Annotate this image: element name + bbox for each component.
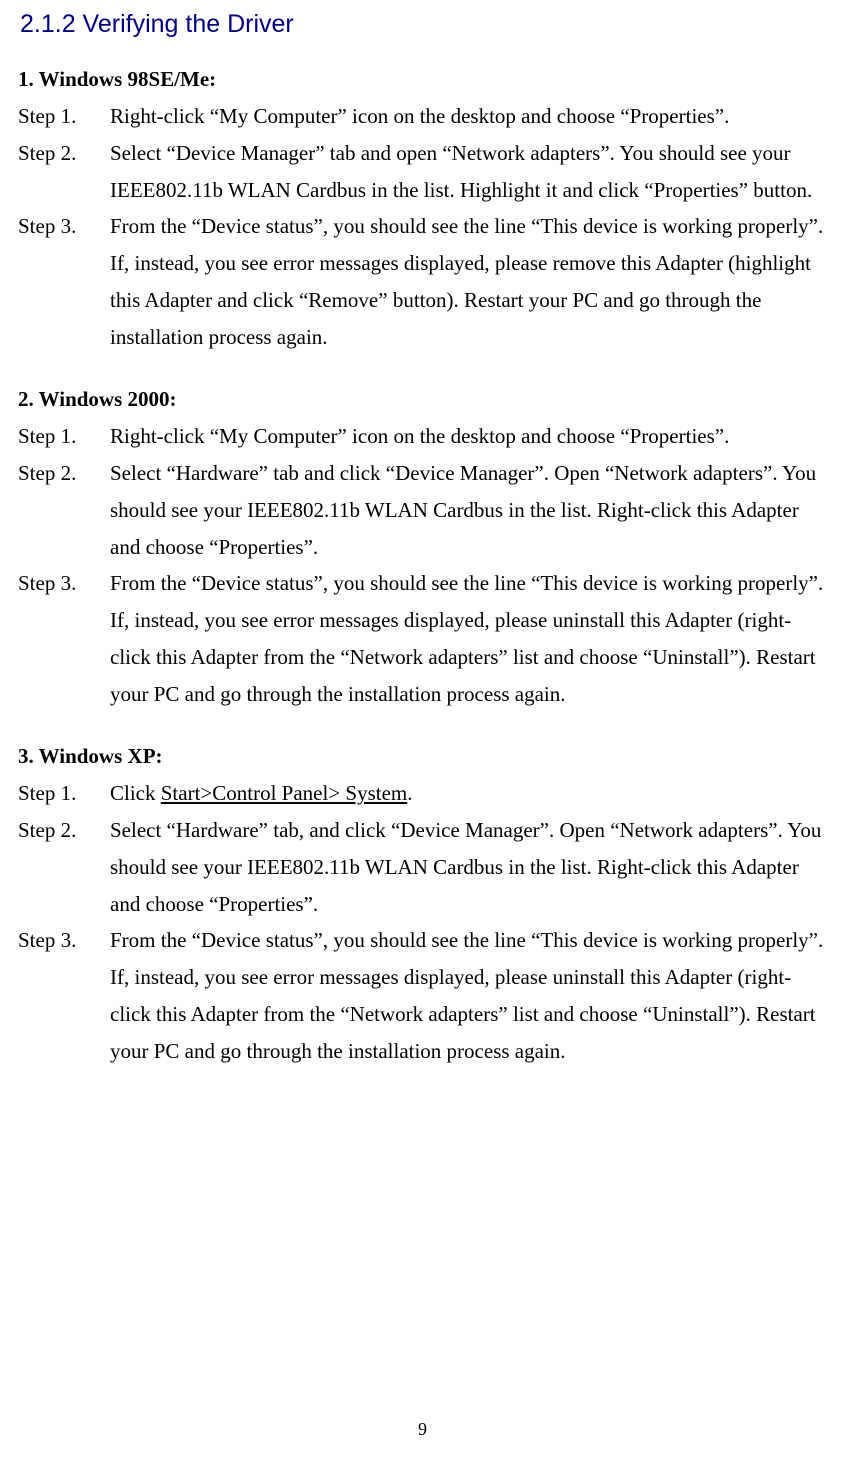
step-text: From the “Device status”, you should see… <box>110 208 827 355</box>
step-text: Right-click “My Computer” icon on the de… <box>110 418 827 455</box>
step-row: Step 1. Right-click “My Computer” icon o… <box>18 418 827 455</box>
step-row: Step 2. Select “Device Manager” tab and … <box>18 135 827 209</box>
step-label: Step 3. <box>18 208 110 245</box>
step-row: Step 3. From the “Device status”, you sh… <box>18 922 827 1069</box>
step-text-underline: Start>Control Panel> System <box>161 781 408 805</box>
subsection-heading: 1. Windows 98SE/Me: <box>18 67 827 92</box>
step-label: Step 1. <box>18 98 110 135</box>
step-label: Step 3. <box>18 565 110 602</box>
step-row: Step 2. Select “Hardware” tab and click … <box>18 455 827 565</box>
step-text: Select “Hardware” tab, and click “Device… <box>110 812 827 922</box>
step-row: Step 1. Right-click “My Computer” icon o… <box>18 98 827 135</box>
step-text: From the “Device status”, you should see… <box>110 922 827 1069</box>
step-label: Step 3. <box>18 922 110 959</box>
section-winxp: 3. Windows XP: Step 1. Click Start>Contr… <box>18 744 827 1069</box>
step-row: Step 1. Click Start>Control Panel> Syste… <box>18 775 827 812</box>
step-text-pre: Click <box>110 781 161 805</box>
subsection-heading: 3. Windows XP: <box>18 744 827 769</box>
page-number: 9 <box>0 1419 845 1440</box>
step-row: Step 3. From the “Device status”, you sh… <box>18 208 827 355</box>
step-text: Select “Device Manager” tab and open “Ne… <box>110 135 827 209</box>
step-label: Step 1. <box>18 418 110 455</box>
step-label: Step 2. <box>18 812 110 849</box>
step-label: Step 1. <box>18 775 110 812</box>
section-win2000: 2. Windows 2000: Step 1. Right-click “My… <box>18 387 827 712</box>
step-row: Step 2. Select “Hardware” tab, and click… <box>18 812 827 922</box>
step-text: From the “Device status”, you should see… <box>110 565 827 712</box>
step-text: Click Start>Control Panel> System. <box>110 775 827 812</box>
subsection-heading: 2. Windows 2000: <box>18 387 827 412</box>
step-label: Step 2. <box>18 135 110 172</box>
section-heading: 2.1.2 Verifying the Driver <box>20 10 827 39</box>
section-win98: 1. Windows 98SE/Me: Step 1. Right-click … <box>18 67 827 355</box>
step-label: Step 2. <box>18 455 110 492</box>
step-text-post: . <box>407 781 412 805</box>
step-text: Select “Hardware” tab and click “Device … <box>110 455 827 565</box>
step-row: Step 3. From the “Device status”, you sh… <box>18 565 827 712</box>
step-text: Right-click “My Computer” icon on the de… <box>110 98 827 135</box>
